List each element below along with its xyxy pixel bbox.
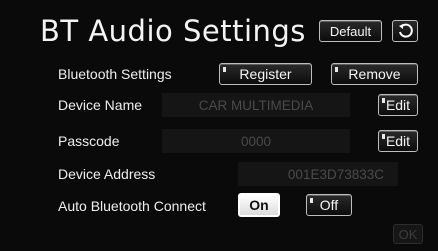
button-tab-indicator [335,67,338,72]
device-address-field: 001E3D73833C [238,162,398,186]
auto-connect-on-button[interactable]: On [238,193,280,217]
passcode-label: Passcode [58,133,120,149]
passcode-edit-button[interactable]: Edit [378,130,418,152]
back-arrow-icon [399,23,413,38]
button-tab-indicator [382,134,385,139]
bt-audio-settings-screen: BT Audio Settings Default Bluetooth Sett… [0,0,438,251]
device-address-label: Device Address [58,166,156,182]
edit-button-label: Edit [385,97,411,113]
on-button-label: On [249,197,269,213]
button-tab-indicator [382,98,385,103]
remove-button-label: Remove [348,66,401,82]
ok-button-label: OK [398,226,418,242]
device-name-field: CAR MULTIMEDIA [162,93,350,117]
button-tab-indicator [310,198,313,203]
default-button-label: Default [329,23,372,39]
remove-button[interactable]: Remove [331,63,418,85]
bluetooth-settings-label: Bluetooth Settings [58,66,172,82]
edit-button-label: Edit [385,133,411,149]
page-title: BT Audio Settings [40,14,306,48]
button-tab-indicator [223,67,226,72]
auto-bluetooth-connect-label: Auto Bluetooth Connect [58,198,206,214]
default-button[interactable]: Default [319,20,382,42]
register-button-label: Register [239,66,292,82]
back-button[interactable] [392,20,418,42]
device-name-label: Device Name [58,97,143,113]
register-button[interactable]: Register [219,63,312,85]
ok-button[interactable]: OK [393,224,423,244]
passcode-field: 0000 [162,129,350,153]
auto-connect-off-button[interactable]: Off [306,194,352,216]
off-button-label: Off [319,197,339,213]
device-name-edit-button[interactable]: Edit [378,94,418,116]
